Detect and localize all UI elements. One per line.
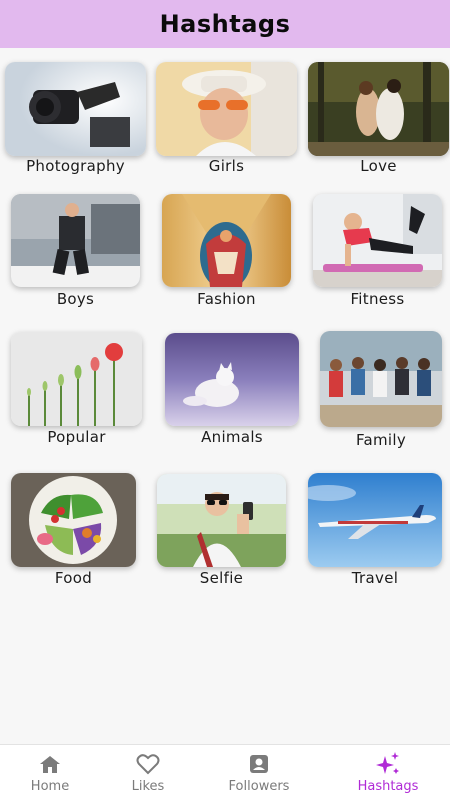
- category-label: Selfie: [199, 569, 244, 587]
- category-label: Food: [54, 569, 93, 587]
- nav-followers-label: Followers: [228, 779, 290, 794]
- category-label: Popular: [47, 428, 106, 446]
- photography-image: [5, 62, 146, 156]
- page-title: Hashtags: [159, 10, 291, 38]
- category-label: Boys: [56, 290, 95, 308]
- fitness-image: [313, 194, 442, 287]
- nav-likes-label: Likes: [131, 779, 165, 794]
- travel-image: [308, 473, 442, 567]
- app-header: Hashtags: [0, 0, 450, 48]
- category-tile-popular[interactable]: Popular: [11, 332, 142, 450]
- popular-image: [11, 332, 142, 426]
- category-tile-boys[interactable]: Boys: [11, 194, 140, 312]
- category-label: Travel: [351, 569, 399, 587]
- home-icon: [39, 753, 61, 775]
- nav-hashtags-label: Hashtags: [357, 779, 419, 794]
- contact-icon: [248, 753, 270, 775]
- category-label: Love: [360, 157, 397, 175]
- category-label: Girls: [208, 157, 245, 175]
- nav-likes[interactable]: Likes: [98, 745, 198, 800]
- category-label: Fitness: [350, 290, 405, 308]
- category-tile-travel[interactable]: Travel: [308, 473, 442, 591]
- category-label: Fashion: [197, 290, 256, 308]
- boys-image: [11, 194, 140, 287]
- category-tile-animals[interactable]: Animals: [165, 333, 299, 451]
- category-tile-food[interactable]: Food: [11, 473, 136, 591]
- category-label: Animals: [201, 428, 263, 446]
- category-tile-selfie[interactable]: Selfie: [157, 474, 286, 592]
- category-tile-photography[interactable]: Photography: [5, 62, 146, 182]
- girls-image: [156, 62, 297, 156]
- category-tile-fashion[interactable]: Fashion: [162, 194, 291, 312]
- category-tile-girls[interactable]: Girls: [156, 62, 297, 182]
- nav-home-label: Home: [30, 779, 70, 794]
- heart-icon: [136, 753, 160, 775]
- love-image: [308, 62, 449, 156]
- category-label: Photography: [26, 157, 125, 175]
- selfie-image: [157, 474, 286, 567]
- nav-home[interactable]: Home: [0, 745, 100, 800]
- food-image: [11, 473, 136, 567]
- family-image: [320, 331, 442, 427]
- sparkle-icon: [375, 752, 401, 775]
- category-tile-love[interactable]: Love: [308, 62, 449, 182]
- nav-followers[interactable]: Followers: [209, 745, 309, 800]
- nav-hashtags[interactable]: Hashtags: [338, 745, 438, 800]
- category-tile-fitness[interactable]: Fitness: [313, 194, 442, 312]
- category-label: Family: [355, 431, 407, 449]
- fashion-image: [162, 194, 291, 287]
- animals-image: [165, 333, 299, 426]
- bottom-navigation: Home Likes Followers Hashtags: [0, 744, 450, 800]
- category-tile-family[interactable]: Family: [320, 331, 442, 453]
